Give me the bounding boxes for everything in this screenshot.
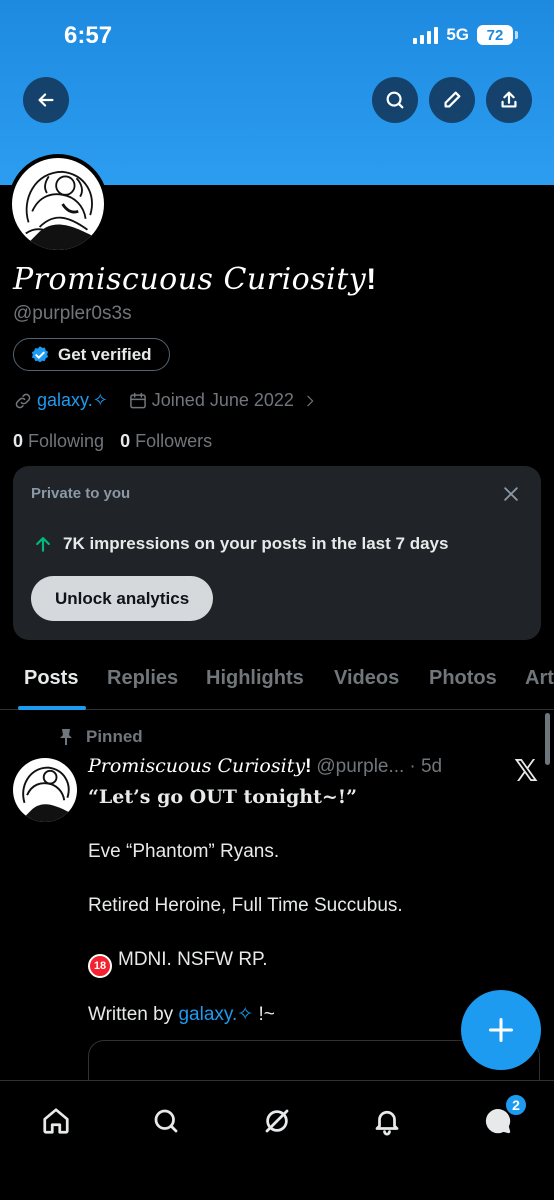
- edit-button[interactable]: [429, 77, 475, 123]
- pinned-label: Pinned: [58, 727, 143, 747]
- profile-meta: galaxy.✧ Joined June 2022: [13, 390, 318, 411]
- post-line-2: Retired Heroine, Full Time Succubus.: [88, 895, 403, 916]
- share-icon: [501, 91, 517, 108]
- plus-icon: [488, 1017, 514, 1043]
- close-icon: [504, 487, 518, 501]
- profile-name: 𝑃𝑟𝑜𝑚𝑖𝑠𝑐𝑢𝑜𝑢𝑠 𝐶𝑢𝑟𝑖𝑜𝑠𝑖𝑡𝑦!: [13, 262, 377, 297]
- get-verified-label: Get verified: [58, 344, 152, 364]
- tab-photos[interactable]: Photos: [429, 667, 497, 690]
- status-time: 6:57: [64, 22, 113, 49]
- profile-tabs: Posts Replies Highlights Videos Photos A…: [0, 650, 554, 710]
- calendar-icon: [129, 392, 146, 408]
- arrow-up-icon: [36, 537, 50, 552]
- link-icon: [15, 393, 31, 408]
- chevron-right-icon[interactable]: [302, 393, 318, 409]
- post-author-handle[interactable]: @purple...: [316, 756, 404, 778]
- pin-icon: [60, 729, 72, 745]
- nav-grok[interactable]: [257, 1101, 297, 1141]
- network-label: 5G: [446, 25, 469, 44]
- grok-icon: [265, 1109, 289, 1133]
- followers-link[interactable]: 0 Followers: [120, 431, 212, 452]
- post-quote-line: “Let’s go OUT tonight~!”: [88, 786, 358, 808]
- avatar-drawing: [19, 766, 71, 822]
- messages-badge: 2: [504, 1093, 528, 1117]
- unlock-analytics-button[interactable]: Unlock analytics: [31, 576, 214, 621]
- no-under-18-icon: 18: [88, 954, 112, 978]
- pencil-icon: [444, 91, 461, 108]
- back-button[interactable]: [23, 77, 69, 123]
- search-button[interactable]: [372, 77, 418, 123]
- get-verified-button[interactable]: Get verified: [13, 338, 170, 371]
- impressions-summary: 7K impressions on your posts in the last…: [33, 534, 448, 554]
- arrow-left-icon: [38, 93, 54, 107]
- post-line-1: Eve “Phantom” Ryans.: [88, 841, 280, 862]
- x-logo-icon: 𝕏: [514, 754, 539, 789]
- tab-replies[interactable]: Replies: [107, 667, 178, 690]
- bottom-nav: [0, 1080, 554, 1200]
- post-mention-link[interactable]: galaxy.✧: [178, 1004, 253, 1025]
- post-author-avatar[interactable]: [13, 758, 77, 822]
- status-bar: 6:57 5G 72: [0, 0, 554, 70]
- scrollbar[interactable]: [545, 713, 550, 765]
- private-card-title: Private to you: [31, 485, 131, 502]
- nav-search[interactable]: [146, 1101, 186, 1141]
- tab-posts[interactable]: Posts: [24, 667, 78, 690]
- signal-icon: [413, 26, 439, 44]
- verified-badge-icon: [31, 345, 49, 362]
- compose-post-button[interactable]: [461, 990, 541, 1070]
- nav-notifications[interactable]: [367, 1101, 407, 1141]
- home-icon: [43, 1108, 69, 1134]
- status-indicators: 5G 72: [413, 25, 518, 45]
- impressions-text: 7K impressions on your posts in the last…: [63, 534, 449, 553]
- profile-avatar[interactable]: [8, 154, 108, 254]
- share-button[interactable]: [486, 77, 532, 123]
- post-line-3: 18 MDNI. NSFW RP.: [88, 949, 268, 978]
- post-time[interactable]: · 5d: [409, 756, 442, 778]
- search-icon: [386, 91, 404, 109]
- tab-videos[interactable]: Videos: [334, 667, 399, 690]
- tab-art[interactable]: Art: [525, 667, 554, 690]
- joined-date: Joined June 2022: [151, 390, 294, 410]
- post-author-name[interactable]: 𝑃𝑟𝑜𝑚𝑖𝑠𝑐𝑢𝑜𝑢𝑠 𝐶𝑢𝑟𝑖𝑜𝑠𝑖𝑡𝑦!: [88, 755, 311, 778]
- private-analytics-card: Private to you 7K impressions on your po…: [13, 466, 541, 640]
- profile-handle: @purpler0s3s: [13, 303, 132, 324]
- search-icon: [154, 1109, 178, 1133]
- profile-website-link[interactable]: galaxy.✧: [37, 390, 108, 411]
- post-line-4: Written by galaxy.✧ !~: [88, 1004, 275, 1025]
- following-link[interactable]: 0 Following: [13, 431, 104, 452]
- active-tab-indicator: [18, 706, 86, 710]
- avatar-drawing: [21, 170, 95, 250]
- nav-home[interactable]: [36, 1101, 76, 1141]
- battery-icon: 72: [477, 25, 513, 45]
- battery-tip: [515, 31, 518, 39]
- notifications-icon: [375, 1110, 399, 1136]
- tab-highlights[interactable]: Highlights: [206, 667, 304, 690]
- close-card-button[interactable]: [497, 480, 525, 508]
- follow-counts: 0 Following 0 Followers: [13, 431, 212, 452]
- post-header: 𝑃𝑟𝑜𝑚𝑖𝑠𝑐𝑢𝑜𝑢𝑠 𝐶𝑢𝑟𝑖𝑜𝑠𝑖𝑡𝑦! @purple... · 5d: [88, 755, 442, 778]
